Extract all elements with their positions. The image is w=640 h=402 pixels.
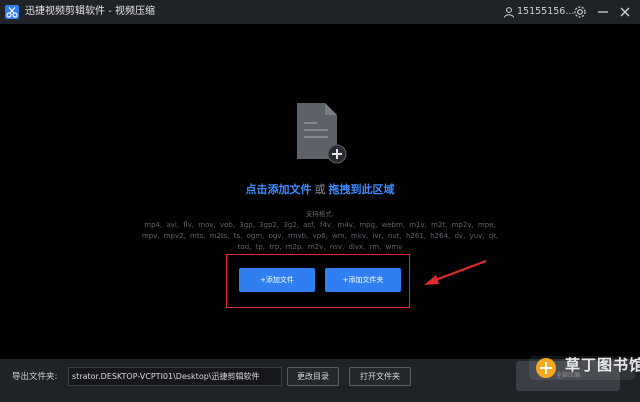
open-folder-button[interactable]: 打开文件夹 [349,367,411,386]
add-file-link[interactable]: 点击添加文件 [246,183,312,196]
title-bar: 迅捷视频剪辑软件 - 视频压缩 15155156... [0,0,640,24]
drop-prompt: 点击添加文件或拖拽到此区域 [0,183,640,197]
formats-label: 支持格式: [305,210,335,218]
add-file-button[interactable]: +添加文件 [239,268,315,292]
prompt-or: 或 [314,183,326,196]
output-folder-label: 导出文件夹: [12,372,58,382]
watermark-text: 草丁图书馆 [565,356,640,374]
drag-hint: 拖拽到此区域 [328,183,395,196]
user-name[interactable]: 15155156... [517,5,574,19]
close-icon[interactable] [617,4,633,20]
add-file-icon[interactable] [295,101,347,165]
app-title: 迅捷视频剪辑软件 - 视频压缩 [25,6,155,17]
annotation-arrow-icon [424,259,487,285]
user-icon[interactable] [503,6,515,18]
change-directory-button[interactable]: 更改目录 [287,367,339,386]
supported-formats: mp4, avi, flv, mov, vob, 3gp, 3gp2, 3g2,… [141,221,499,251]
add-folder-button[interactable]: +添加文件夹 [325,268,401,292]
app-logo-icon [5,5,19,19]
output-path-field[interactable]: strator.DESKTOP-VCPTI01\Desktop\迅捷剪辑软件 [68,367,282,386]
settings-icon[interactable] [572,4,588,20]
minimize-icon[interactable] [595,4,611,20]
